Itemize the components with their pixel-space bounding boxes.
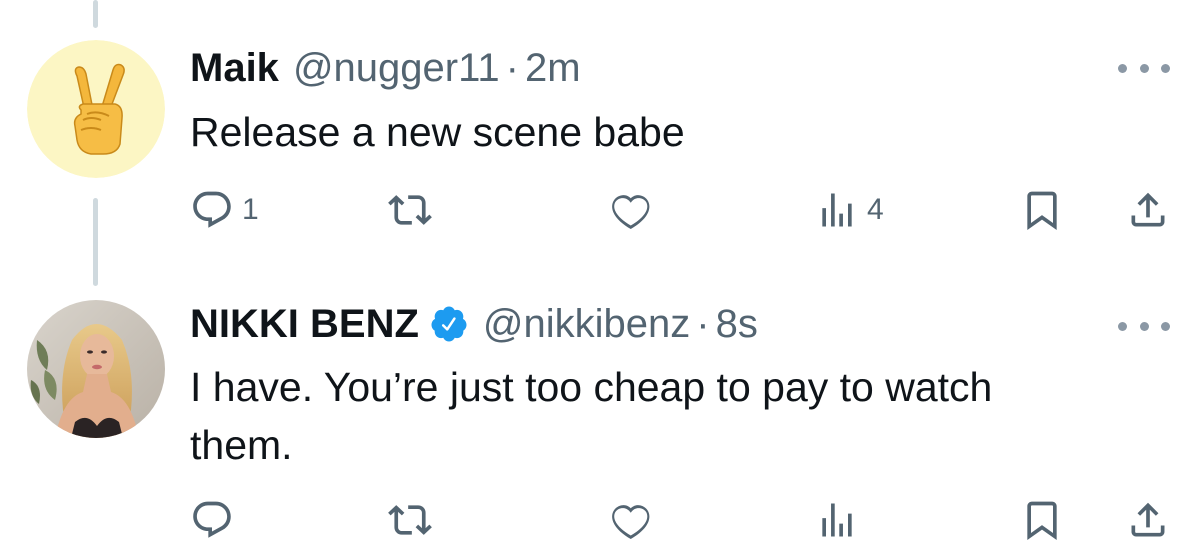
retweet-icon [388, 498, 432, 542]
views-count: 4 [867, 193, 884, 226]
retweet-button[interactable] [388, 186, 440, 234]
share-button[interactable] [1126, 186, 1170, 234]
thread-line-connector [93, 198, 98, 286]
avatar[interactable] [27, 40, 165, 178]
more-options-icon[interactable] [1118, 58, 1170, 78]
tweet-header: NIKKI BENZ @nikkibenz · 8s [190, 300, 758, 348]
retweet-icon [388, 188, 432, 232]
separator: · [696, 302, 710, 346]
timestamp[interactable]: 2m [525, 44, 581, 92]
views-button[interactable]: 4 [815, 186, 884, 234]
tweet-text-content: Release a new scene babe [190, 109, 685, 155]
reply-button[interactable]: 1 [190, 186, 259, 234]
like-button[interactable] [608, 496, 660, 544]
bookmark-button[interactable] [1020, 496, 1064, 544]
like-icon [608, 498, 652, 542]
bookmark-icon [1020, 188, 1064, 232]
author-name[interactable]: NIKKI BENZ [190, 300, 419, 348]
more-options-icon[interactable] [1118, 316, 1170, 336]
tweet-text-line: I have. You’re just too cheap to pay to … [190, 364, 993, 410]
reply-button[interactable] [190, 496, 242, 544]
share-button[interactable] [1126, 496, 1170, 544]
share-icon [1126, 188, 1170, 232]
share-icon [1126, 498, 1170, 542]
reply-count: 1 [242, 193, 259, 226]
thread-line-top [93, 0, 98, 28]
victory-hand-avatar-image [27, 40, 165, 178]
tweet-text: Release a new scene babe [190, 103, 1150, 161]
bookmark-icon [1020, 498, 1064, 542]
author-name[interactable]: Maik [190, 44, 279, 92]
views-icon [815, 498, 859, 542]
retweet-button[interactable] [388, 496, 440, 544]
profile-photo-avatar-image [27, 300, 165, 438]
like-button[interactable] [608, 186, 660, 234]
verified-badge-icon[interactable] [429, 304, 469, 344]
like-icon [608, 188, 652, 232]
separator: · [505, 46, 519, 90]
reply-icon [190, 498, 234, 542]
tweet-header: Maik @nugger11 · 2m [190, 44, 581, 92]
reply-icon [190, 188, 234, 232]
timestamp[interactable]: 8s [716, 300, 758, 348]
avatar[interactable] [27, 300, 165, 438]
bookmark-button[interactable] [1020, 186, 1064, 234]
tweet-text-line: them. [190, 422, 293, 468]
author-handle[interactable]: @nugger11 [293, 44, 500, 92]
tweet-text: I have. You’re just too cheap to pay to … [190, 358, 1150, 474]
views-button[interactable] [815, 496, 867, 544]
author-handle[interactable]: @nikkibenz [483, 300, 690, 348]
views-icon [815, 188, 859, 232]
